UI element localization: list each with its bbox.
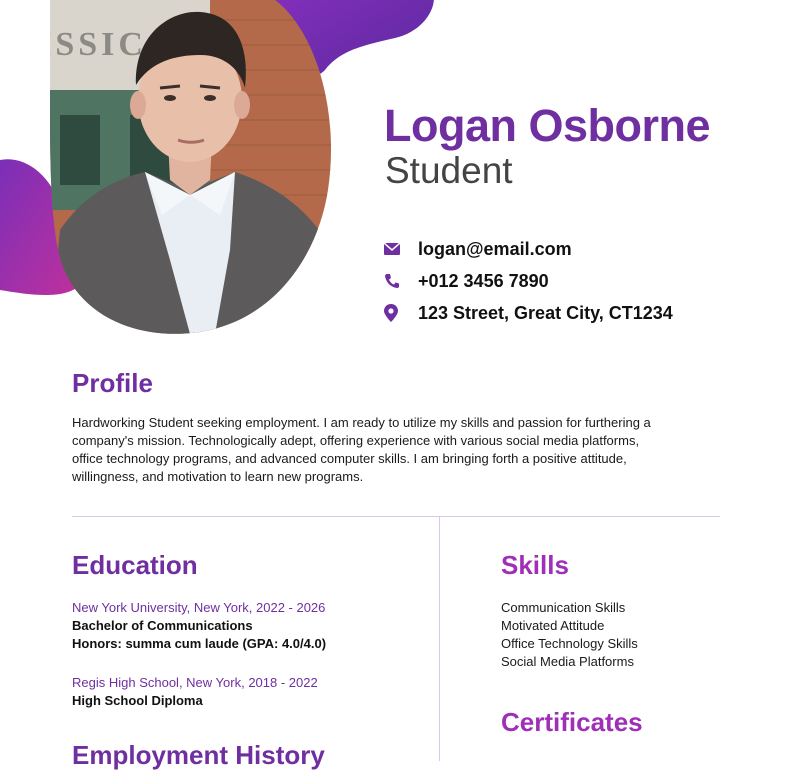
contact-phone-text: +012 3456 7890: [418, 270, 549, 291]
skills-heading: Skills: [501, 550, 569, 580]
education-degree: High School Diploma: [72, 693, 203, 708]
phone-icon: [384, 271, 418, 291]
contact-address-text: 123 Street, Great City, CT1234: [418, 302, 673, 323]
contact-address: 123 Street, Great City, CT1234: [384, 297, 673, 329]
horizontal-divider: [72, 516, 720, 517]
education-entry: Regis High School, New York, 2018 - 2022…: [72, 674, 318, 710]
profile-heading: Profile: [72, 368, 153, 398]
skill-item: Office Technology Skills: [501, 636, 638, 651]
employment-heading: Employment History: [72, 740, 325, 770]
envelope-icon: [384, 239, 418, 259]
candidate-title: Student: [385, 150, 513, 191]
skill-item: Social Media Platforms: [501, 654, 634, 669]
candidate-name: Logan Osborne: [384, 100, 711, 151]
education-honors: Honors: summa cum laude (GPA: 4.0/4.0): [72, 636, 327, 651]
profile-line: company's mission. Technologically adept…: [72, 433, 640, 448]
education-school: Regis High School, New York, 2018 - 2022: [72, 675, 318, 690]
vertical-divider: [439, 517, 440, 761]
skill-item: Communication Skills: [501, 600, 626, 615]
education-heading: Education: [72, 550, 198, 580]
profile-line: office technology programs, and advanced…: [72, 451, 627, 466]
contact-email-text: logan@email.com: [418, 238, 572, 259]
education-school: New York University, New York, 2022 - 20…: [72, 600, 326, 615]
education-entry: New York University, New York, 2022 - 20…: [72, 599, 326, 653]
skill-item: Motivated Attitude: [501, 618, 605, 633]
sign-text: MISSIC: [50, 26, 147, 63]
contact-phone[interactable]: +012 3456 7890: [384, 265, 673, 297]
location-pin-icon: [384, 303, 418, 323]
contact-email[interactable]: logan@email.com: [384, 233, 673, 265]
profile-line: Hardworking Student seeking employment. …: [72, 415, 651, 430]
profile-summary: Hardworking Student seeking employment. …: [72, 414, 712, 486]
profile-line: willingness, and motivation to learn new…: [72, 469, 364, 484]
contact-info: logan@email.com +012 3456 7890 123 Stree…: [384, 233, 673, 329]
skills-list: Communication Skills Motivated Attitude …: [501, 599, 638, 671]
profile-photo: MISSIC: [50, 0, 332, 334]
education-degree: Bachelor of Communications: [72, 618, 253, 633]
certificates-heading: Certificates: [501, 707, 643, 737]
